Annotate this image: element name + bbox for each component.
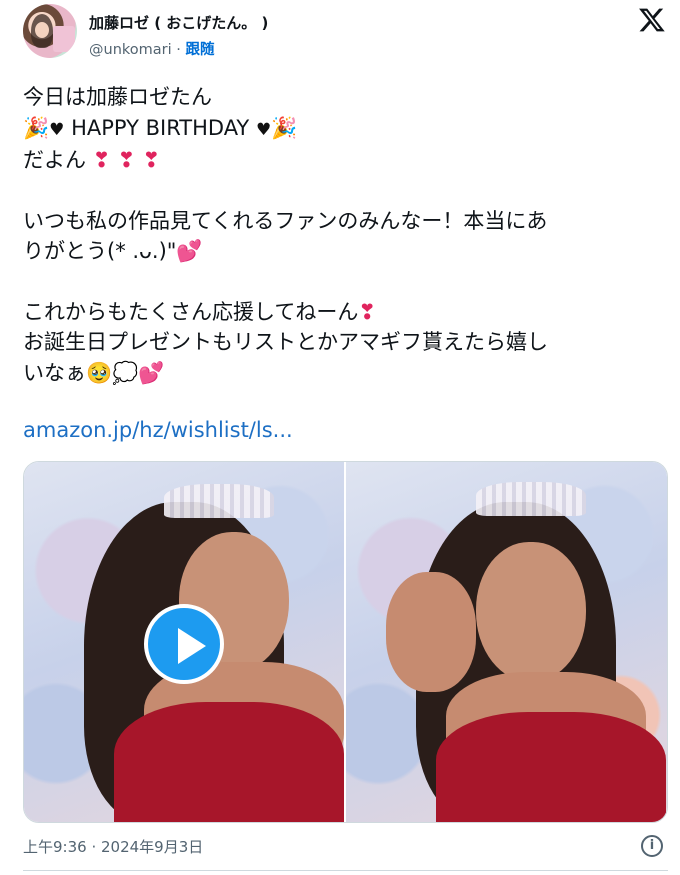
tweet-line: お誕生日プレゼントもリストとかアマギフ貰えたら嬉し [23,330,548,354]
pleading-thought-hearts-icon: 🥹💭💕 [86,360,165,385]
tweet-line: これからもたくさん応援してねーん❣ [23,297,653,328]
black-heart-icon: ♥ [49,119,65,140]
wishlist-link[interactable]: amazon.jp/hz/wishlist/ls... [23,418,293,442]
photo-thumbnail[interactable] [346,462,667,822]
avatar[interactable] [23,4,77,58]
party-popper-icon: 🎉 [23,115,50,140]
tweet-line: 今日は加藤ロゼたん [23,85,212,109]
media-container[interactable] [23,461,668,823]
info-icon[interactable]: i [641,835,663,857]
birthday-text: HAPPY BIRTHDAY [64,115,256,140]
inana-text: いなぁ [23,360,86,385]
play-button[interactable] [144,604,224,684]
tweet-line: りがとう(* .ᴗ.)"💕 [23,236,653,267]
play-icon [178,628,206,664]
separator: · [176,42,181,58]
tweet-card: 加藤ロゼ ( おこげたん。 ) @unkomari · 跟随 今日は加藤ロゼたん… [0,0,680,875]
thanks-text: りがとう(* .ᴗ.)" [23,239,177,263]
heart-exclamation-icon: ❣ [358,299,376,324]
x-logo-icon[interactable] [638,6,666,34]
tweet-line: いつも私の作品見てくれるファンのみんなー！本当にあ [23,208,548,233]
tweet-text: 今日は加藤ロゼたん 🎉♥ HAPPY BIRTHDAY ♥🎉 だよん ❣ ❣ ❣… [23,82,653,388]
tweet-line: 🎉♥ HAPPY BIRTHDAY ♥🎉 [23,113,653,146]
support-text: これからもたくさん応援してねーん [23,299,359,324]
party-popper-icon: 🎉 [271,115,298,140]
dayon-text: だよん [23,148,86,172]
tweet-line: いなぁ🥹💭💕 [23,358,653,389]
divider [23,870,668,871]
user-handle[interactable]: @unkomari [89,42,172,58]
handle-row: @unkomari · 跟随 [89,38,214,59]
timestamp[interactable]: 上午9:36 · 2024年9月3日 [23,836,203,857]
two-hearts-icon: 💕 [176,239,203,263]
display-name[interactable]: 加藤ロゼ ( おこげたん。 ) [89,12,268,33]
tweet-line: だよん ❣ ❣ ❣ [23,145,653,176]
video-thumbnail[interactable] [24,462,344,822]
heart-exclamation-icon: ❣ ❣ ❣ [92,148,161,172]
follow-link[interactable]: 跟随 [185,42,214,58]
black-heart-icon: ♥ [255,119,272,140]
